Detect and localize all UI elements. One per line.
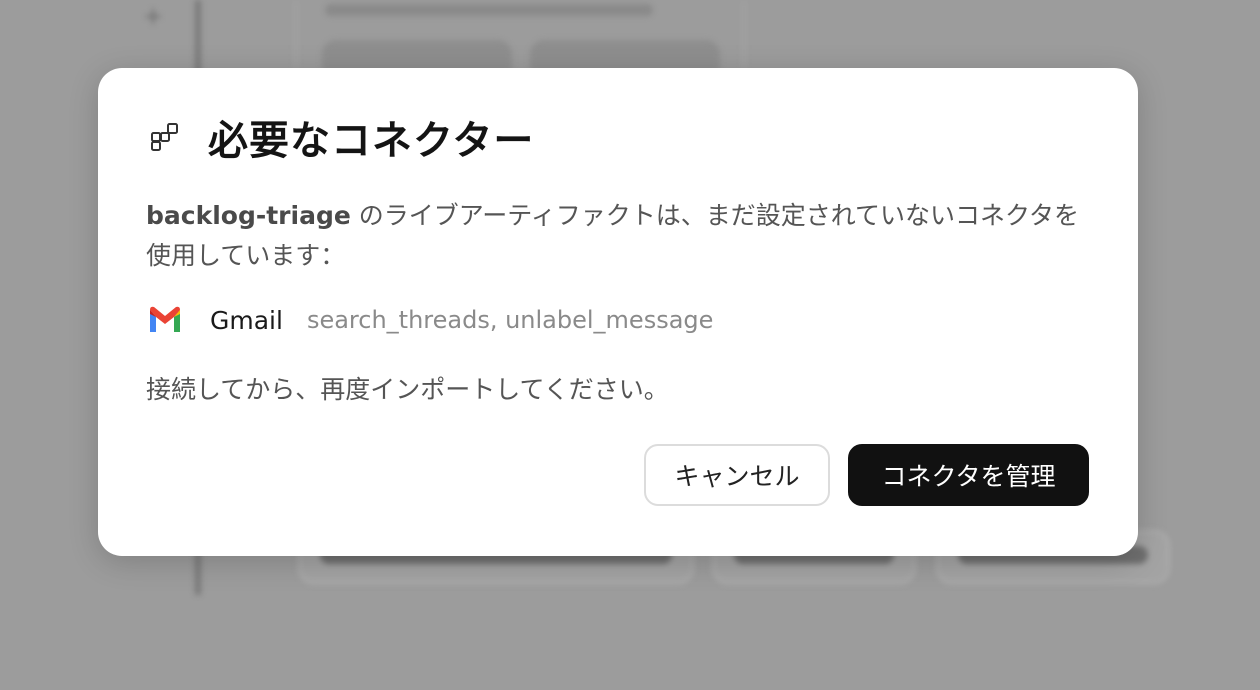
dialog-description: backlog-triage のライブアーティファクトは、まだ設定されていないコ… bbox=[146, 196, 1096, 276]
artifact-name: backlog-triage bbox=[146, 201, 351, 230]
manage-connectors-button[interactable]: コネクタを管理 bbox=[848, 444, 1089, 506]
gmail-icon bbox=[146, 301, 184, 339]
connector-tools: search_threads, unlabel_message bbox=[306, 306, 714, 334]
connector-item-gmail: Gmail search_threads, unlabel_message bbox=[146, 300, 713, 340]
connector-blocks-icon bbox=[148, 120, 182, 154]
background-bar bbox=[325, 4, 653, 16]
plus-icon: + bbox=[143, 2, 164, 30]
cancel-button[interactable]: キャンセル bbox=[644, 444, 830, 506]
required-connectors-dialog: 必要なコネクター backlog-triage のライブアーティファクトは、まだ… bbox=[98, 68, 1138, 556]
dialog-instruction: 接続してから、再度インポートしてください。 bbox=[146, 375, 669, 404]
app-background: + 必要なコネクター backlog-triage のライブアーティファクトは、… bbox=[0, 0, 1260, 690]
connector-name: Gmail bbox=[210, 305, 283, 335]
dialog-title: 必要なコネクター bbox=[208, 118, 535, 164]
dialog-header: 必要なコネクター bbox=[148, 108, 534, 166]
